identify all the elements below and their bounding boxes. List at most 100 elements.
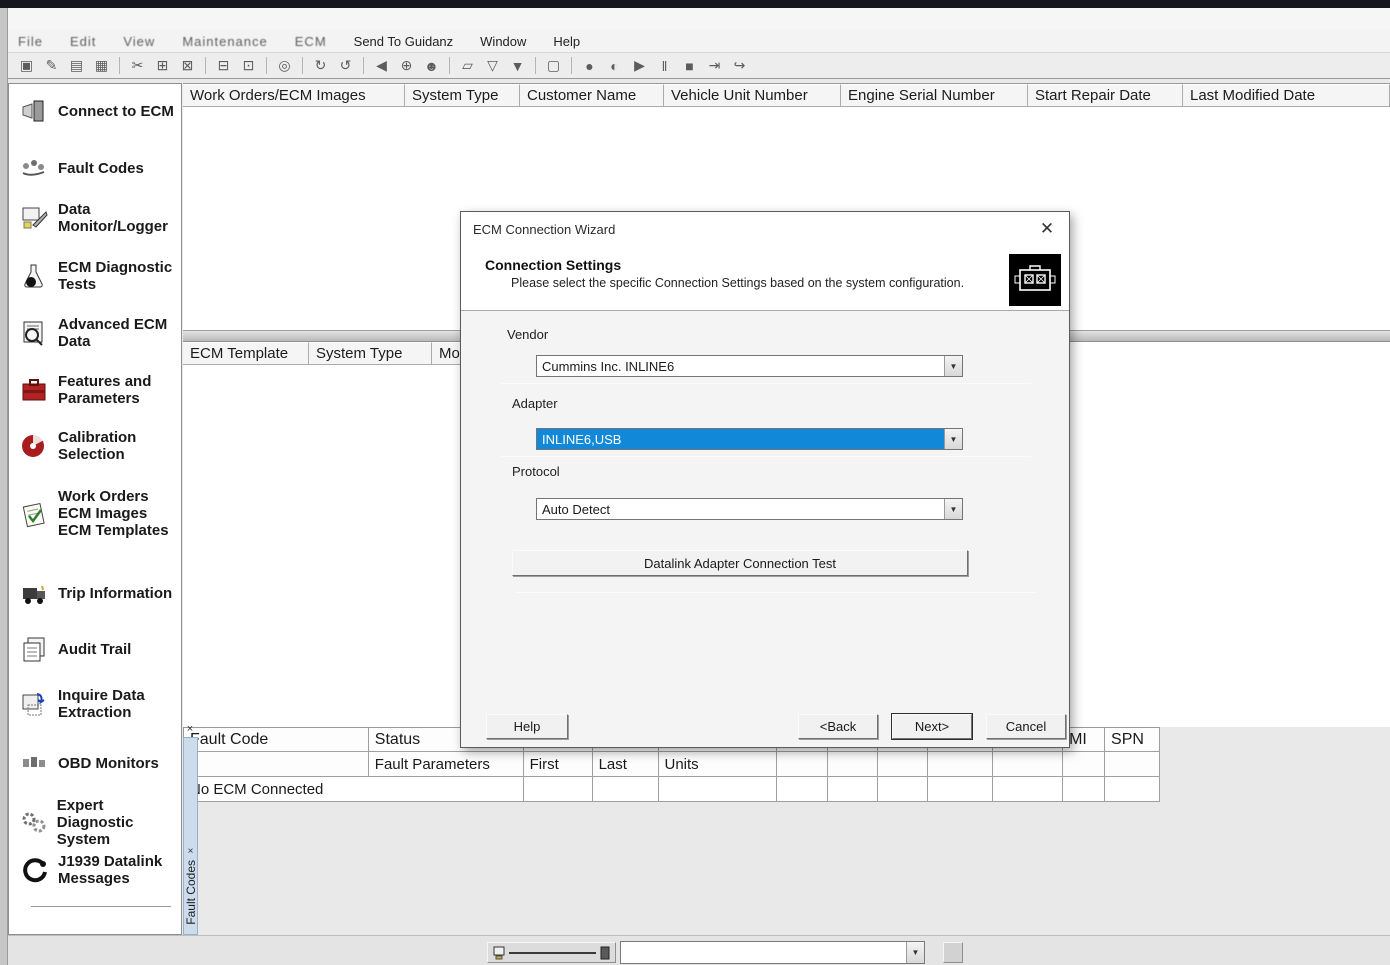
sidebar-item-data-monitor-logger[interactable]: Data Monitor/Logger (19, 201, 179, 235)
col-engine-serial-number[interactable]: Engine Serial Number (841, 84, 1028, 107)
trip-information-icon (19, 578, 49, 608)
paste-icon[interactable]: ⊠ (175, 55, 200, 76)
menu-ecm[interactable]: ECM (295, 34, 327, 49)
chevron-down-icon[interactable]: ▼ (944, 356, 962, 376)
cut-icon[interactable]: ✂ (125, 55, 150, 76)
adapter-value: INLINE6,USB (537, 429, 944, 449)
sidebar-item-inquire-data-extraction[interactable]: Inquire Data Extraction (19, 687, 179, 721)
user-icon[interactable]: ☻ (419, 55, 444, 76)
new-page-icon[interactable]: ▢ (541, 55, 566, 76)
adapter-dropdown[interactable]: INLINE6,USB ▼ (536, 428, 963, 450)
cell-blank (828, 777, 878, 802)
col-fault-code[interactable]: Fault Code (184, 728, 369, 752)
next-button[interactable]: Next> (892, 714, 972, 739)
back-button[interactable]: <Back (798, 714, 878, 739)
toolbar-separator (205, 57, 206, 74)
sidebar-item-calibration-selection[interactable]: Calibration Selection (19, 429, 179, 463)
toolbar-separator (363, 57, 364, 74)
connect-icon[interactable]: ◀ (369, 55, 394, 76)
menu-help[interactable]: Help (553, 34, 580, 49)
sidebar-item-work-orders-ecm-images-templates[interactable]: Work Orders ECM Images ECM Templates (19, 488, 179, 539)
col-system-type[interactable]: System Type (405, 84, 520, 107)
toolbar-separator (535, 57, 536, 74)
dialog-subheading: Please select the specific Connection Se… (511, 276, 964, 290)
sidebar-item-ecm-diagnostic-tests[interactable]: ECM Diagnostic Tests (19, 259, 179, 293)
work-orders-icon[interactable]: ✎ (39, 55, 64, 76)
sidebar-item-fault-codes[interactable]: Fault Codes (19, 153, 179, 183)
chevron-down-icon[interactable]: ▼ (944, 499, 962, 519)
record-icon[interactable]: ● (577, 55, 602, 76)
playback-icon[interactable]: ◐ (602, 55, 627, 76)
menu-view[interactable]: View (123, 34, 155, 49)
advanced-ecm-data-icon (19, 318, 49, 348)
refresh-icon[interactable]: ↻ (308, 55, 333, 76)
col-spn[interactable]: SPN (1105, 728, 1160, 752)
protocol-label: Protocol (512, 464, 560, 479)
col-work-orders-ecm-images[interactable]: Work Orders/ECM Images (183, 84, 405, 107)
vendor-dropdown[interactable]: Cummins Inc. INLINE6 ▼ (536, 355, 963, 377)
subcol-last[interactable]: Last (593, 752, 659, 777)
fault-codes-tab[interactable]: × Fault Codes (183, 737, 198, 935)
col-customer-name[interactable]: Customer Name (520, 84, 664, 107)
pause-icon[interactable]: ‖ (652, 55, 677, 76)
col-start-repair-date[interactable]: Start Repair Date (1028, 84, 1183, 107)
status-bar: ▼ (8, 935, 1390, 965)
ecm-images-icon[interactable]: ▤ (64, 55, 89, 76)
status-combobox[interactable]: ▼ (620, 941, 925, 964)
menu-edit[interactable]: Edit (70, 34, 96, 49)
subcol-units[interactable]: Units (659, 752, 778, 777)
chevron-down-icon[interactable]: ▼ (906, 942, 924, 963)
tab-close-icon[interactable]: × (188, 846, 194, 857)
cancel-button[interactable]: Cancel (986, 714, 1066, 739)
menu-window[interactable]: Window (480, 34, 526, 49)
datalink-adapter-connection-test-button[interactable]: Datalink Adapter Connection Test (512, 550, 968, 576)
col-ecm-template[interactable]: ECM Template (183, 342, 309, 365)
find-icon[interactable]: ◎ (272, 55, 297, 76)
subcol-blank (828, 752, 878, 777)
new-icon[interactable]: ▣ (14, 55, 39, 76)
toolbar-separator (266, 57, 267, 74)
print-icon[interactable]: ⊟ (211, 55, 236, 76)
subcol-fault-parameters[interactable]: Fault Parameters (369, 752, 524, 777)
menu-send-to-guidanz[interactable]: Send To Guidanz (354, 34, 454, 49)
templates-icon[interactable]: ▦ (89, 55, 114, 76)
fault-table-status-row: No ECM Connected (184, 777, 1160, 802)
col-last-modified-date[interactable]: Last Modified Date (1183, 84, 1390, 107)
chevron-down-icon[interactable]: ▼ (944, 429, 962, 449)
subcol-first[interactable]: First (524, 752, 593, 777)
stop-icon[interactable]: ■ (677, 55, 702, 76)
divider (501, 383, 1031, 384)
vendor-label: Vendor (507, 327, 548, 342)
protocol-dropdown[interactable]: Auto Detect ▼ (536, 498, 963, 520)
exit-icon[interactable]: ↪ (727, 55, 752, 76)
sidebar-item-trip-information[interactable]: Trip Information (19, 578, 179, 608)
col-vehicle-unit-number[interactable]: Vehicle Unit Number (664, 84, 841, 107)
toolbar-separator (449, 57, 450, 74)
filter-icon[interactable]: ▼ (505, 55, 530, 76)
sidebar-item-connect-to-ecm[interactable]: Connect to ECM (19, 96, 179, 126)
col-template-system-type[interactable]: System Type (309, 342, 432, 365)
step-icon[interactable]: ⇥ (702, 55, 727, 76)
menu-maintenance[interactable]: Maintenance (182, 34, 267, 49)
print-preview-icon[interactable]: ⊡ (236, 55, 261, 76)
no-ecm-connected-message: No ECM Connected (184, 777, 524, 802)
close-icon[interactable]: ✕ (1036, 218, 1058, 240)
sidebar-item-j1939-datalink-messages[interactable]: J1939 Datalink Messages (19, 853, 179, 887)
sidebar-item-features-and-parameters[interactable]: Features and Parameters (19, 373, 179, 407)
sidebar-item-expert-diagnostic-system[interactable]: Expert Diagnostic System (19, 797, 179, 848)
connection-line (509, 952, 596, 954)
sidebar-item-audit-trail[interactable]: Audit Trail (19, 634, 179, 664)
ecm-data-icon[interactable]: ⊕ (394, 55, 419, 76)
help-button[interactable]: Help (486, 714, 568, 739)
status-square-button[interactable] (943, 942, 963, 963)
cell-blank (928, 777, 993, 802)
fault-pane-close-icon[interactable]: × (183, 722, 197, 736)
sidebar-item-obd-monitors[interactable]: OBD Monitors (19, 748, 179, 778)
notes-icon[interactable]: ▱ (455, 55, 480, 76)
filter-special-icon[interactable]: ▽ (480, 55, 505, 76)
calibrate-icon[interactable]: ↺ (333, 55, 358, 76)
menu-file[interactable]: File (18, 34, 43, 49)
sidebar-item-advanced-ecm-data[interactable]: Advanced ECM Data (19, 316, 179, 350)
copy-icon[interactable]: ⊞ (150, 55, 175, 76)
play-icon[interactable]: ▶ (627, 55, 652, 76)
